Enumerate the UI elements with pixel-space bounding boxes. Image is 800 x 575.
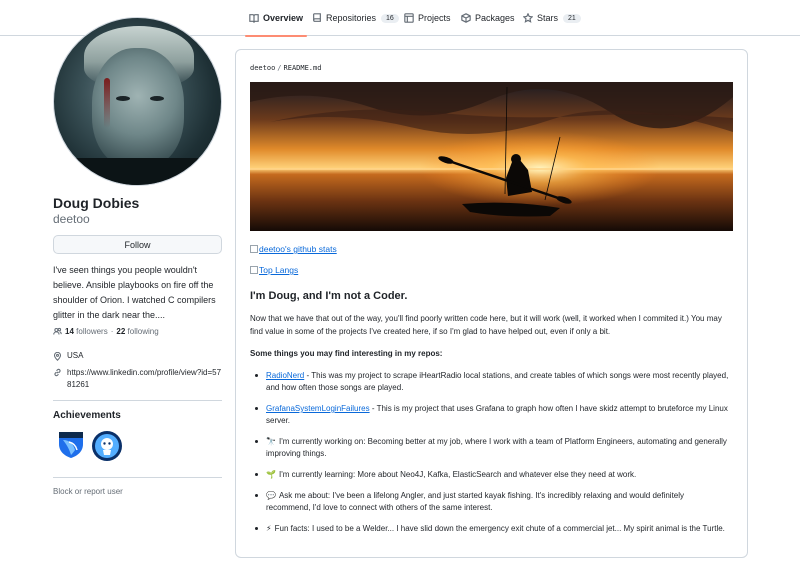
avatar[interactable] (53, 17, 222, 186)
table-icon (404, 13, 414, 23)
profile-website: https://www.linkedin.com/profile/view?id… (53, 367, 225, 391)
radionerd-link[interactable]: RadioNerd (266, 371, 304, 380)
list-item: GrafanaSystemLoginFailures - This is my … (255, 403, 730, 427)
following-link[interactable]: 22 following (116, 327, 158, 336)
achievement-badge-yolo[interactable] (91, 430, 123, 462)
list-item: 💬 Ask me about: I've been a lifelong Angl… (255, 490, 730, 514)
tab-overview[interactable]: Overview (244, 0, 308, 37)
book-icon (249, 14, 259, 23)
tab-repositories[interactable]: Repositories 16 (312, 0, 399, 36)
followers-link[interactable]: 14 followers (65, 327, 108, 336)
tab-projects[interactable]: Projects (404, 0, 451, 36)
lightning-icon: ⚡ (266, 524, 272, 533)
tab-label: Overview (263, 13, 304, 23)
kayak-sunset-banner (250, 82, 733, 231)
star-icon (523, 13, 533, 23)
tab-stars[interactable]: Stars 21 (523, 0, 581, 36)
top-langs-image-link[interactable]: Top Langs (250, 265, 298, 275)
telescope-icon: 🔭 (266, 437, 276, 446)
follow-stats: 14 followers · 22 following (53, 327, 159, 336)
stars-count: 21 (563, 13, 581, 23)
path-file: README.md (283, 64, 322, 72)
speech-bubble-icon: 💬 (266, 491, 276, 500)
broken-image-icon (250, 266, 258, 274)
repositories-count: 16 (381, 13, 399, 23)
seedling-icon: 🌱 (266, 470, 276, 479)
repo-icon (313, 13, 321, 22)
path-user-link[interactable]: deetoo (250, 64, 275, 72)
list-item: ⚡ Fun facts: I used to be a Welder... I h… (255, 523, 730, 535)
block-report-link[interactable]: Block or report user (53, 487, 123, 496)
package-icon (461, 13, 471, 23)
location-icon (53, 352, 62, 361)
readme-path: deetoo / README.md (250, 64, 322, 72)
list-item: 🌱 I'm currently learning: More about Neo4… (255, 469, 730, 481)
broken-image-icon (250, 245, 258, 253)
tab-packages[interactable]: Packages (461, 0, 515, 36)
profile-login: deetoo (53, 212, 90, 226)
github-stats-image-link[interactable]: deetoo's github stats (250, 244, 337, 254)
tab-label: Stars (537, 13, 559, 23)
profile-name: Doug Dobies (53, 195, 140, 211)
readme-intro: Now that we have that out of the way, yo… (250, 314, 722, 336)
achievements-title[interactable]: Achievements (53, 410, 121, 421)
list-item: RadioNerd - This was my project to scrap… (255, 371, 729, 392)
sidebar-divider (53, 400, 222, 401)
tab-label: Projects (418, 13, 451, 23)
readme-heading: I'm Doug, and I'm not a Coder. (250, 290, 408, 302)
list-item: 🔭 I'm currently working on: Becoming bett… (255, 436, 730, 460)
profile-location: USA (53, 351, 83, 361)
tab-label: Packages (475, 13, 515, 23)
people-icon (53, 327, 62, 335)
link-icon (54, 368, 61, 377)
achievement-badge-arctic[interactable] (55, 428, 87, 460)
tab-label: Repositories (326, 13, 377, 23)
sidebar-divider (53, 477, 222, 478)
readme-subheading: Some things you may find interesting in … (250, 349, 443, 358)
website-link[interactable]: https://www.linkedin.com/profile/view?id… (67, 367, 225, 391)
profile-bio: I've seen things you people wouldn't bel… (53, 265, 216, 320)
follow-button[interactable]: Follow (53, 235, 222, 254)
grafana-link[interactable]: GrafanaSystemLoginFailures (266, 404, 370, 413)
